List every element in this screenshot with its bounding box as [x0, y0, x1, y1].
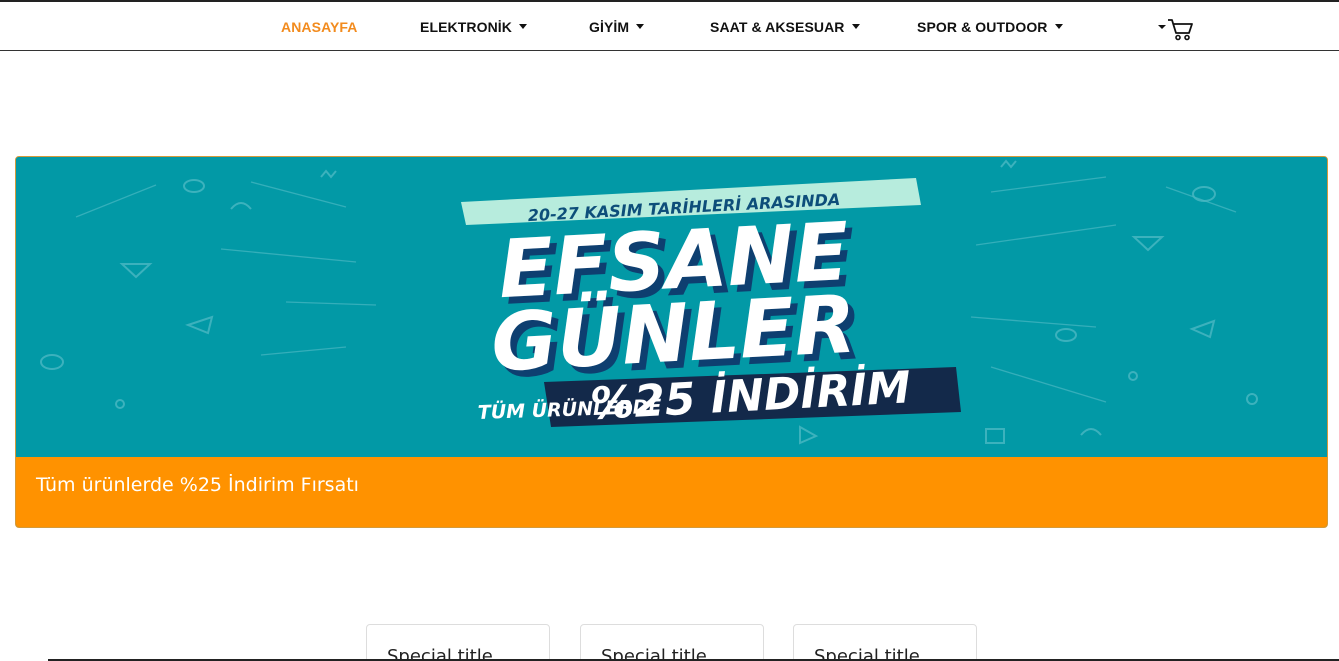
product-card[interactable]: Special title	[793, 624, 977, 661]
nav-item-sport-outdoor[interactable]: SPOR & OUTDOOR	[917, 19, 1063, 35]
cart-icon	[1158, 19, 1193, 41]
promo-banner-image: 20-27 KASIM TARİHLERİ ARASINDA EFSANE EF…	[16, 157, 1327, 457]
caret-down-icon	[1054, 24, 1063, 29]
nav-item-clothing[interactable]: GİYİM	[589, 19, 645, 35]
nav-item-label: SAAT & AKSESUAR	[710, 19, 845, 35]
product-card[interactable]: Special title	[366, 624, 550, 661]
nav-item-label: GİYİM	[589, 19, 630, 35]
nav-item-watches-accessories[interactable]: SAAT & AKSESUAR	[710, 19, 860, 35]
cart-button[interactable]	[1158, 16, 1194, 42]
nav-item-label: SPOR & OUTDOOR	[917, 19, 1048, 35]
banner-caption: Tüm ürünlerde %25 İndirim Fırsatı	[36, 474, 359, 496]
caret-down-icon	[636, 24, 645, 29]
nav-item-home[interactable]: ANASAYFA	[281, 19, 358, 35]
caret-down-icon	[519, 24, 527, 29]
nav-item-label: ELEKTRONİK	[420, 19, 512, 35]
main-navbar: ANASAYFA ELEKTRONİK GİYİM SAAT & AKSESUA…	[0, 2, 1339, 51]
caret-down-icon	[851, 24, 860, 29]
promo-banner-card[interactable]: 20-27 KASIM TARİHLERİ ARASINDA EFSANE EF…	[15, 156, 1328, 528]
nav-item-label: ANASAYFA	[281, 19, 358, 35]
banner-caption-bar: Tüm ürünlerde %25 İndirim Fırsatı	[16, 457, 1327, 527]
nav-item-electronics[interactable]: ELEKTRONİK	[420, 19, 527, 35]
product-card[interactable]: Special title	[580, 624, 764, 661]
